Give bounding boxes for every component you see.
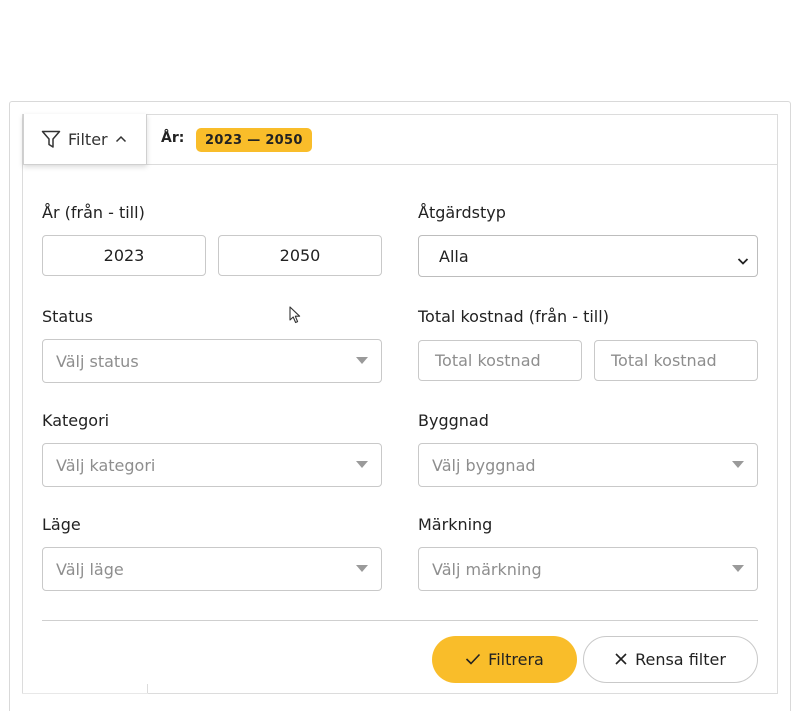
- category-label: Kategori: [42, 411, 110, 430]
- panel-bottom-edge: [22, 693, 148, 694]
- marking-select[interactable]: Välj märkning: [418, 547, 758, 591]
- year-filter-badge: 2023 — 2050: [196, 128, 312, 152]
- actions-divider: [42, 620, 758, 621]
- caret-down-icon: [732, 565, 744, 572]
- close-icon: [615, 650, 627, 669]
- category-placeholder: Välj kategori: [56, 455, 156, 475]
- mouse-pointer-icon: [289, 306, 302, 328]
- caret-down-icon: [356, 357, 368, 364]
- year-range-label: År (från - till): [42, 203, 145, 222]
- measure-type-value: Alla: [439, 246, 469, 266]
- apply-filter-button[interactable]: Filtrera: [432, 636, 577, 683]
- filter-toggle[interactable]: Filter: [23, 114, 147, 165]
- status-placeholder: Välj status: [56, 351, 139, 371]
- chevron-up-icon: [115, 135, 127, 143]
- caret-down-icon: [356, 565, 368, 572]
- apply-filter-label: Filtrera: [488, 650, 544, 669]
- status-label: Status: [42, 307, 93, 326]
- location-placeholder: Välj läge: [56, 559, 124, 579]
- marking-placeholder: Välj märkning: [432, 559, 542, 579]
- marking-label: Märkning: [418, 515, 493, 534]
- filter-label: Filter: [68, 129, 108, 149]
- total-cost-to-input[interactable]: Total kostnad: [594, 340, 758, 381]
- location-select[interactable]: Välj läge: [42, 547, 382, 591]
- check-icon: [465, 650, 481, 669]
- filter-panel: [22, 114, 778, 694]
- funnel-icon: [41, 130, 61, 149]
- total-cost-from-input[interactable]: Total kostnad: [418, 340, 582, 381]
- caret-down-icon: [732, 461, 744, 468]
- year-to-input[interactable]: 2050: [218, 235, 382, 276]
- chevron-down-icon: [737, 251, 749, 270]
- clear-filter-button[interactable]: Rensa filter: [583, 636, 758, 683]
- status-select[interactable]: Välj status: [42, 339, 382, 383]
- building-label: Byggnad: [418, 411, 489, 430]
- building-placeholder: Välj byggnad: [432, 455, 536, 475]
- year-from-input[interactable]: 2023: [42, 235, 206, 276]
- total-cost-label: Total kostnad (från - till): [418, 307, 609, 326]
- category-select[interactable]: Välj kategori: [42, 443, 382, 487]
- location-label: Läge: [42, 515, 81, 534]
- building-select[interactable]: Välj byggnad: [418, 443, 758, 487]
- year-filter-label: År:: [161, 130, 185, 146]
- clear-filter-label: Rensa filter: [635, 650, 726, 669]
- measure-type-label: Åtgärdstyp: [418, 203, 506, 222]
- caret-down-icon: [356, 461, 368, 468]
- measure-type-select[interactable]: Alla: [418, 235, 758, 277]
